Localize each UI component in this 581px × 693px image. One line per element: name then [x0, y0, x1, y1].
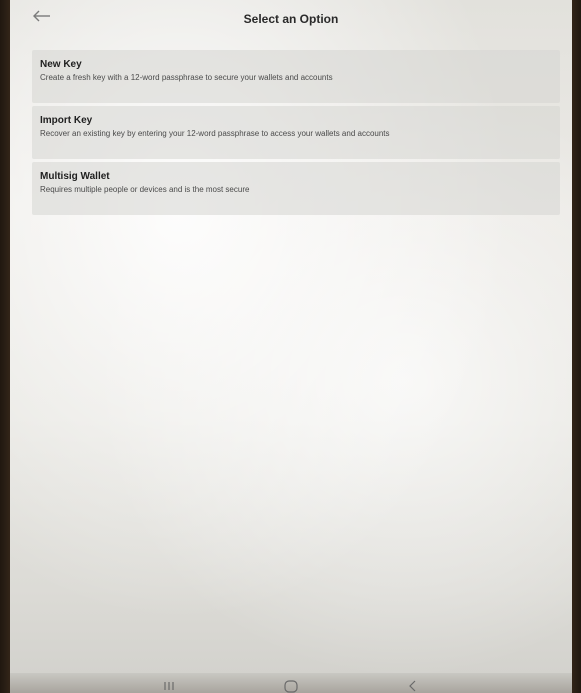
option-description: Recover an existing key by entering your… — [40, 129, 390, 138]
option-multisig-wallet[interactable]: Multisig Wallet Requires multiple people… — [32, 162, 560, 215]
option-import-key[interactable]: Import Key Recover an existing key by en… — [32, 106, 560, 159]
recents-icon — [164, 682, 174, 690]
system-navigation-bar — [10, 673, 572, 693]
recents-button[interactable] — [160, 679, 178, 693]
back-chevron-icon — [409, 680, 416, 692]
app-screen: Select an Option New Key Create a fresh … — [10, 0, 572, 693]
home-icon — [284, 680, 298, 693]
system-back-button[interactable] — [404, 679, 422, 693]
home-button[interactable] — [282, 679, 300, 693]
option-title: Multisig Wallet — [40, 171, 110, 182]
page-title: Select an Option — [243, 12, 339, 26]
option-title: Import Key — [40, 115, 93, 126]
option-description: Create a fresh key with a 12-word passph… — [40, 73, 333, 82]
option-description: Requires multiple people or devices and … — [40, 185, 250, 194]
top-app-bar: Select an Option — [10, 0, 572, 38]
option-title: New Key — [40, 59, 82, 70]
option-new-key[interactable]: New Key Create a fresh key with a 12-wor… — [32, 50, 560, 103]
option-list: New Key Create a fresh key with a 12-wor… — [32, 50, 560, 218]
